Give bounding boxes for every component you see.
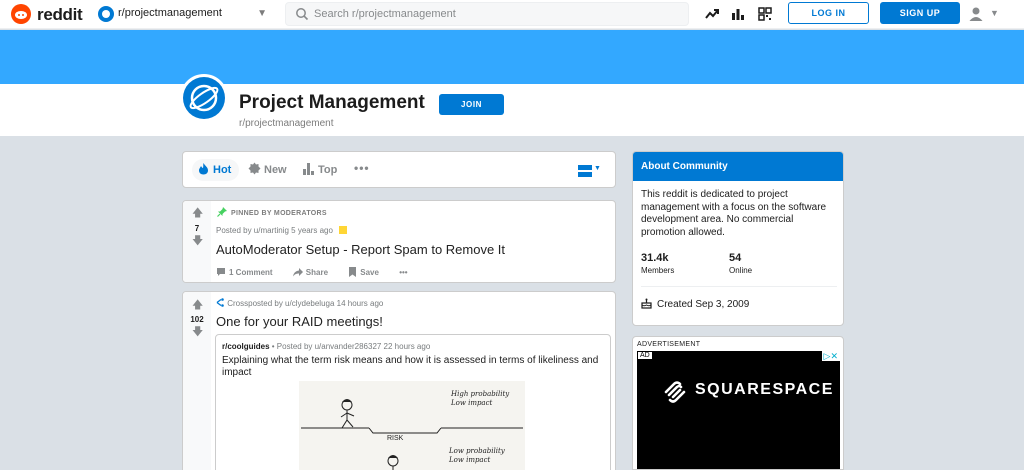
share-button[interactable]: Share <box>292 268 337 277</box>
created-date: Created Sep 3, 2009 <box>641 298 749 310</box>
post-title[interactable]: One for your RAID meetings! <box>216 314 383 329</box>
log-in-button[interactable]: LOG IN <box>788 2 869 24</box>
community-banner <box>0 30 1024 84</box>
crosspost-image[interactable]: High probability Low impact RISK Low pro… <box>299 381 525 470</box>
community-dropdown-label: r/projectmanagement <box>118 7 222 19</box>
post-meta-text: Crossposted by u/clydebeluga 14 hours ag… <box>227 299 384 308</box>
divider <box>641 286 837 287</box>
sort-hot-button[interactable]: Hot <box>192 159 240 181</box>
image-text-low-impact: Low impact <box>449 456 491 464</box>
post-card[interactable]: 🡅 7 🡇 PINNED BY MODERATORS Posted by u/m… <box>182 200 616 283</box>
top-chart-icon <box>303 163 314 175</box>
post-card[interactable]: 🡅 102 🡇 Crossposted by u/clydebeluga 14 … <box>182 291 616 470</box>
flame-icon <box>199 163 208 175</box>
sort-more-button[interactable]: ••• <box>354 161 370 175</box>
post-meta: Crossposted by u/clydebeluga 14 hours ag… <box>216 298 383 308</box>
sort-new-button[interactable]: New <box>243 159 295 181</box>
vote-count: 7 <box>194 224 200 233</box>
pin-icon <box>217 207 227 217</box>
downvote-arrow-icon[interactable]: 🡇 <box>192 236 203 247</box>
image-text-risk: RISK <box>387 435 404 442</box>
stats-icon[interactable] <box>731 7 745 21</box>
upvote-arrow-icon[interactable]: 🡅 <box>192 300 203 311</box>
vote-column: 🡅 7 🡇 <box>183 201 211 282</box>
post-meta-text: Posted by u/martinig 5 years ago <box>216 226 333 235</box>
search-bar[interactable] <box>285 2 689 26</box>
community-description: This reddit is dedicated to project mana… <box>641 189 827 238</box>
advertisement-label: ADVERTISEMENT <box>637 341 701 348</box>
user-menu-dropdown[interactable]: ▼ <box>966 5 1002 23</box>
qr-code-icon[interactable] <box>758 7 772 21</box>
community-header <box>0 84 1024 136</box>
risk-illustration <box>301 399 523 470</box>
upvote-arrow-icon[interactable]: 🡅 <box>192 208 203 219</box>
sort-bar: Hot New Top ••• ▼ <box>182 151 616 188</box>
post-title[interactable]: AutoModerator Setup - Report Spam to Rem… <box>216 242 505 257</box>
mod-badge-icon <box>339 226 348 234</box>
members-count: 31.4k <box>641 252 669 264</box>
save-button[interactable]: Save <box>348 267 388 277</box>
subreddit-icon <box>98 6 114 22</box>
post-meta: Posted by u/martinig 5 years ago <box>216 226 348 235</box>
about-community-heading: About Community <box>633 152 843 181</box>
sparkle-badge-icon <box>248 162 261 175</box>
downvote-arrow-icon[interactable]: 🡇 <box>192 327 203 338</box>
planet-icon <box>189 84 219 112</box>
advertisement-card: ADVERTISEMENT AD ▷✕ SQUARESPACE <box>632 336 844 470</box>
community-name: r/projectmanagement <box>239 118 334 129</box>
online-count: 54 <box>729 252 742 264</box>
squarespace-brand: SQUARESPACE <box>695 381 834 398</box>
sort-top-label: Top <box>318 164 338 176</box>
crosspost-meta-text: • Posted by u/anvander286327 22 hours ag… <box>269 342 431 351</box>
pinned-indicator: PINNED BY MODERATORS <box>217 207 327 217</box>
crosspost-subreddit-link[interactable]: r/coolguides <box>222 342 270 351</box>
chevron-down-icon: ▼ <box>257 8 267 19</box>
vote-column: 🡅 102 🡇 <box>183 292 211 470</box>
share-label: Share <box>305 268 329 277</box>
reddit-logo-icon[interactable] <box>11 4 31 24</box>
image-text-low-probability: Low probability <box>449 447 505 455</box>
top-header: reddit r/projectmanagement ▼ LOG IN SIGN… <box>0 0 1024 29</box>
comment-icon <box>217 268 225 276</box>
sort-top-button[interactable]: Top <box>297 159 345 181</box>
sort-new-label: New <box>264 164 287 176</box>
comments-label: 1 Comment <box>229 268 273 277</box>
share-arrow-icon <box>292 268 303 277</box>
about-community-card: About Community This reddit is dedicated… <box>632 151 844 326</box>
view-layout-toggle[interactable]: ▼ <box>578 164 602 178</box>
chevron-down-icon: ▼ <box>990 8 999 18</box>
chevron-down-icon: ▼ <box>594 165 601 172</box>
crosspost-meta: r/coolguides • Posted by u/anvander28632… <box>222 342 430 351</box>
reddit-wordmark[interactable]: reddit <box>37 5 83 25</box>
post-more-button[interactable]: ••• <box>399 268 407 277</box>
members-label: Members <box>641 266 675 275</box>
adchoices-icon[interactable]: ▷✕ <box>821 351 840 361</box>
advertisement-banner[interactable]: AD ▷✕ SQUARESPACE <box>637 351 840 469</box>
save-label: Save <box>360 268 379 277</box>
squarespace-logo-icon <box>664 381 686 403</box>
vote-count: 102 <box>190 315 204 324</box>
join-button[interactable]: JOIN <box>439 94 504 115</box>
created-date-text: Created Sep 3, 2009 <box>657 299 750 310</box>
user-icon <box>969 7 983 21</box>
pinned-label: PINNED BY MODERATORS <box>231 210 327 217</box>
community-title: Project Management <box>239 92 425 113</box>
crosspost-title[interactable]: Explaining what the term risk means and … <box>222 355 602 379</box>
sign-up-button[interactable]: SIGN UP <box>880 2 960 24</box>
comments-button[interactable]: 1 Comment <box>216 268 282 277</box>
search-input[interactable] <box>314 6 674 22</box>
community-dropdown[interactable]: r/projectmanagement ▼ <box>96 3 271 25</box>
post-actions: 1 Comment Share Save ••• <box>216 267 417 277</box>
trending-icon[interactable] <box>705 7 719 21</box>
crosspost-icon <box>216 298 224 307</box>
sort-hot-label: Hot <box>213 164 232 176</box>
bookmark-icon <box>349 267 357 277</box>
online-label: Online <box>729 266 753 275</box>
community-avatar <box>180 74 228 122</box>
cake-icon <box>641 298 652 309</box>
card-view-icon <box>578 165 592 177</box>
search-icon <box>296 8 309 21</box>
crosspost-embed[interactable]: r/coolguides • Posted by u/anvander28632… <box>215 334 611 470</box>
ad-tag: AD <box>637 351 653 360</box>
